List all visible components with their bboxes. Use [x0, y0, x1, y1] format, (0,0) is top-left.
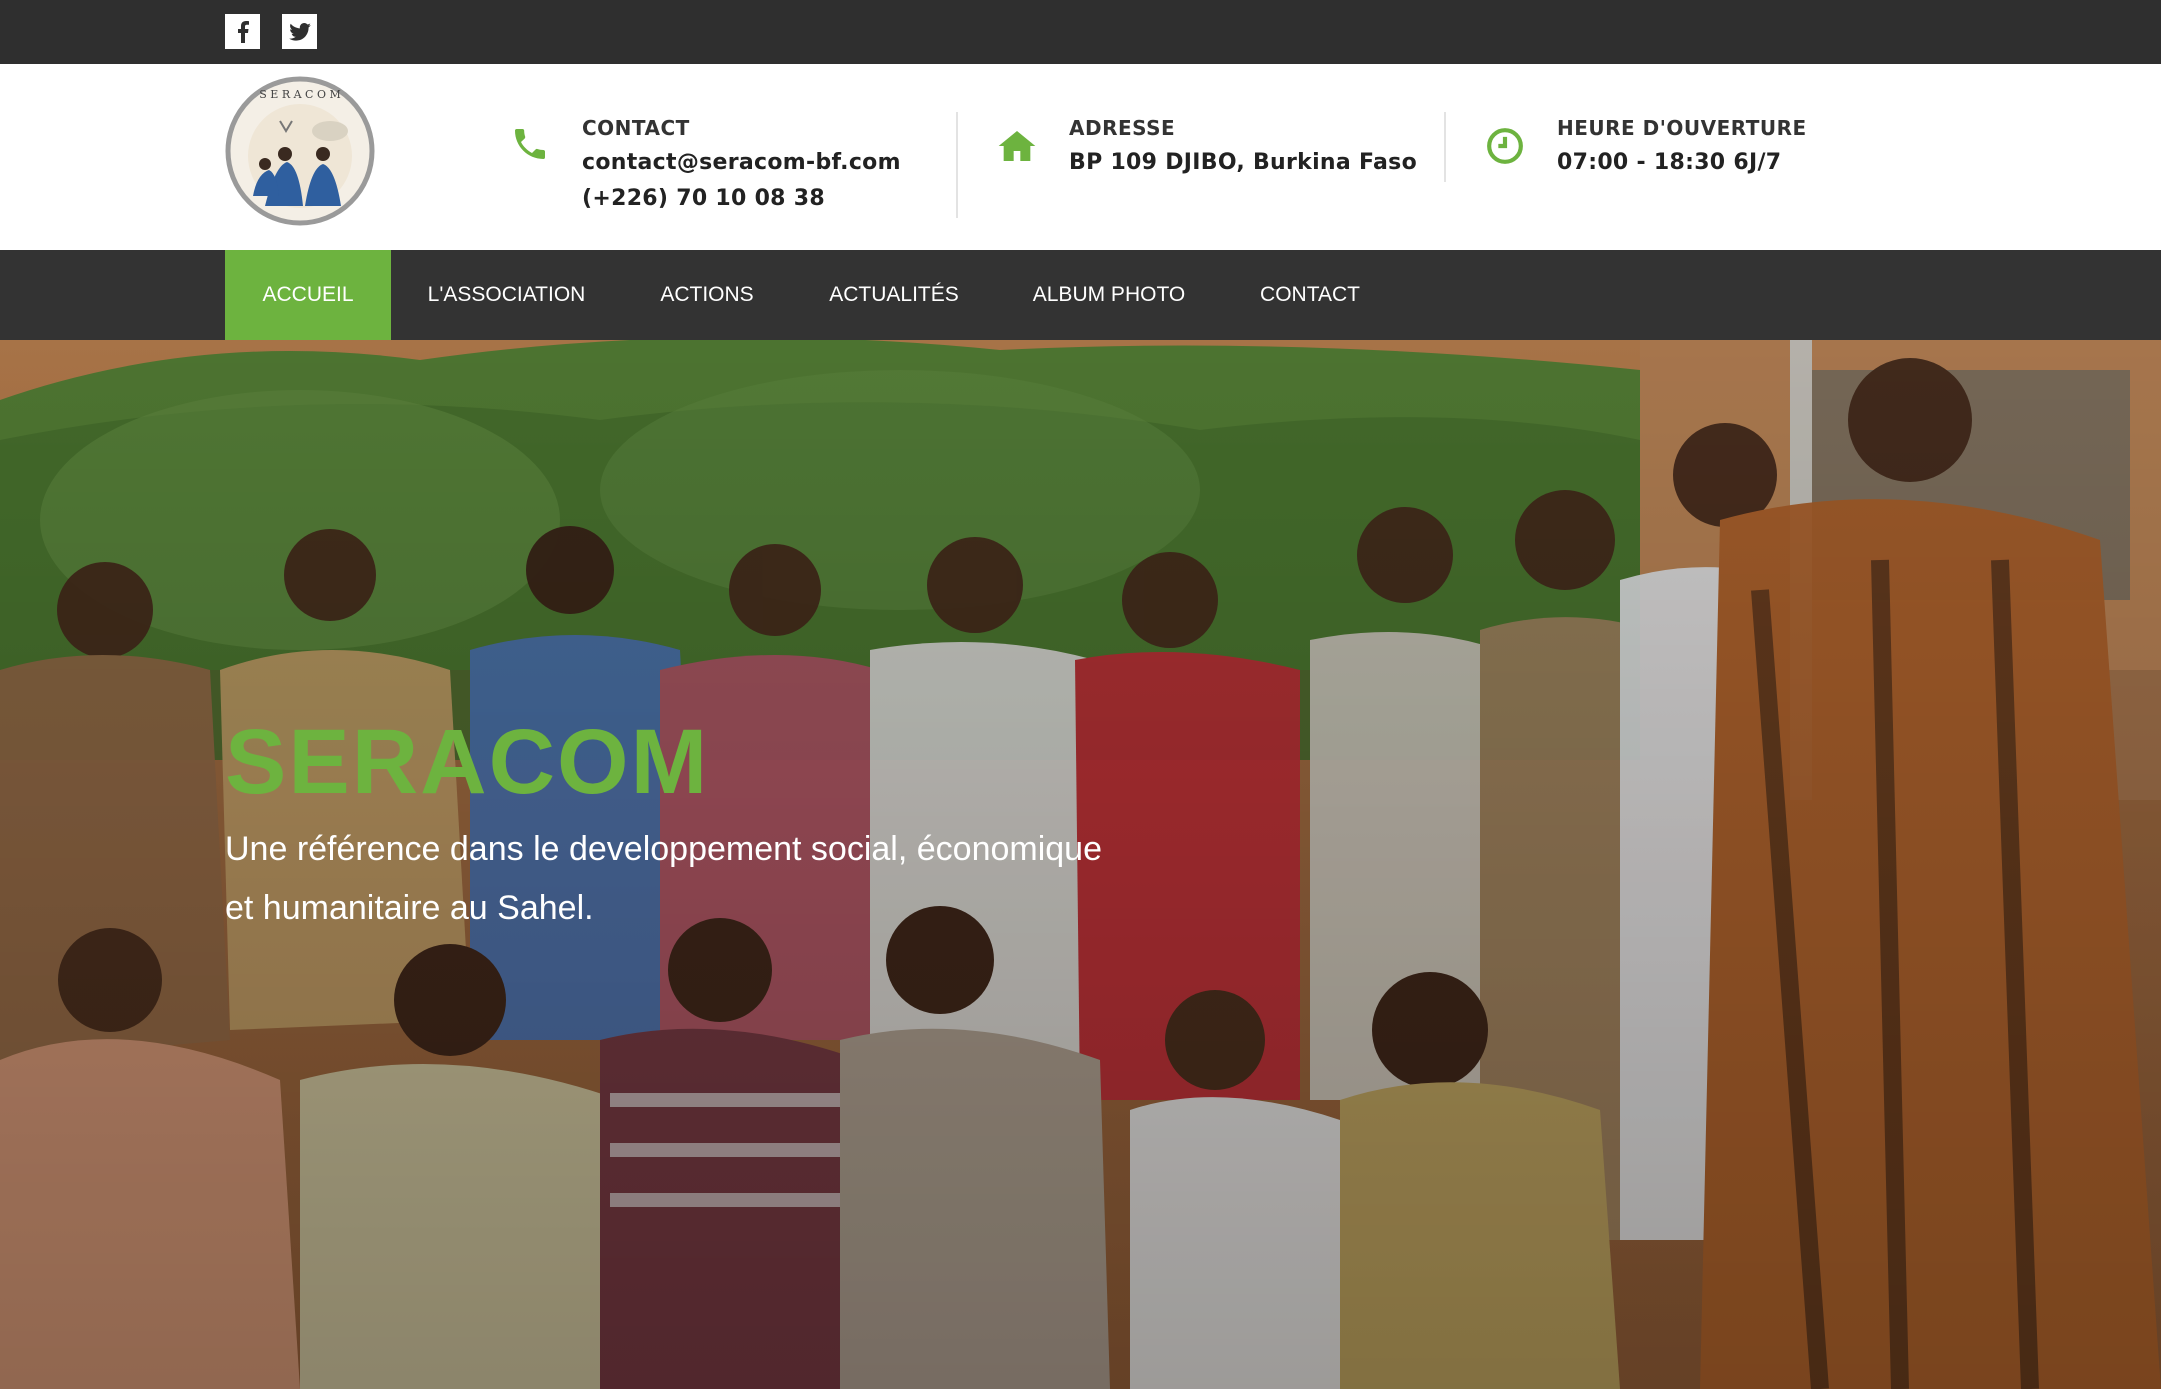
phone-icon — [515, 129, 545, 159]
contact-title: CONTACT — [582, 116, 690, 140]
clock-icon — [1487, 128, 1523, 164]
facebook-icon — [237, 20, 249, 43]
nav-association[interactable]: L'ASSOCIATION — [391, 250, 622, 340]
hours-value: 07:00 - 18:30 6J/7 — [1557, 150, 1782, 175]
main-nav: ACCUEIL L'ASSOCIATION ACTIONS ACTUALITÉS… — [0, 250, 2161, 340]
top-bar — [0, 0, 2161, 64]
contact-email[interactable]: contact@seracom-bf.com — [582, 150, 901, 175]
hero-title: SERACOM — [225, 711, 710, 813]
nav-album-photo[interactable]: ALBUM PHOTO — [996, 250, 1222, 340]
header-divider — [956, 112, 958, 218]
seracom-logo[interactable]: S E R A C O M — [225, 76, 375, 226]
address-value: BP 109 DJIBO, Burkina Faso — [1069, 150, 1417, 175]
contact-phone[interactable]: (+226) 70 10 08 38 — [582, 186, 825, 211]
facebook-link[interactable] — [225, 14, 260, 49]
hero-banner: SERACOM Une référence dans le developpem… — [0, 340, 2161, 1389]
hero-subtitle: Une référence dans le developpement soci… — [225, 830, 1102, 927]
svg-text:S E R A C O M: S E R A C O M — [259, 88, 340, 101]
address-title: ADRESSE — [1069, 116, 1176, 140]
twitter-link[interactable] — [282, 14, 317, 49]
header: S E R A C O M CONTACT contact@seracom-bf… — [0, 64, 2161, 250]
nav-actualites[interactable]: ACTUALITÉS — [792, 250, 996, 340]
twitter-icon — [288, 22, 311, 41]
nav-contact[interactable]: CONTACT — [1222, 250, 1398, 340]
header-divider — [1444, 112, 1446, 182]
nav-actions[interactable]: ACTIONS — [622, 250, 792, 340]
nav-accueil[interactable]: ACCUEIL — [225, 250, 391, 340]
hours-title: HEURE D'OUVERTURE — [1557, 116, 1807, 140]
home-icon — [998, 131, 1036, 161]
